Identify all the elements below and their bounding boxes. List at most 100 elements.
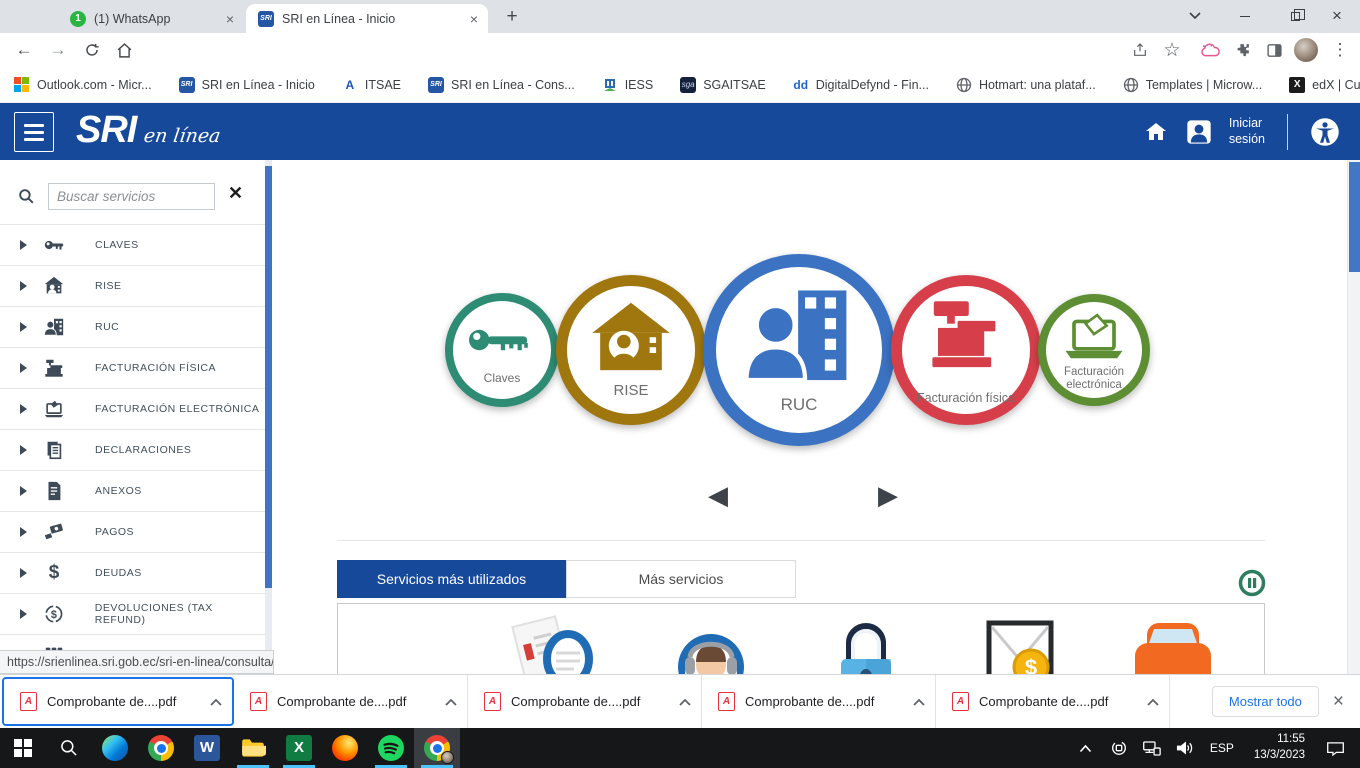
tray-teams-icon[interactable] xyxy=(1106,728,1132,768)
carousel-item-claves[interactable]: Claves xyxy=(445,293,559,407)
download-item[interactable]: A Comprobante de....pdf xyxy=(468,675,702,728)
side-panel-icon[interactable] xyxy=(1260,36,1288,64)
sidebar-item-anexos[interactable]: ANEXOS xyxy=(0,471,265,512)
sidebar-item-devoluciones[interactable]: $ DEVOLUCIONES (TAX REFUND) xyxy=(0,594,265,635)
carousel-item-facturacion-fisica[interactable]: Facturación física xyxy=(891,275,1041,425)
tray-chevron-up-icon[interactable] xyxy=(1073,728,1099,768)
accessibility-icon[interactable] xyxy=(1310,117,1340,147)
tab-search-chevron-icon[interactable] xyxy=(1172,0,1218,32)
sidebar-item-declaraciones[interactable]: DECLARACIONES xyxy=(0,430,265,471)
download-item[interactable]: A Comprobante de....pdf xyxy=(936,675,1170,728)
chevron-up-icon[interactable] xyxy=(210,698,222,706)
tab-servicios-mas-utilizados[interactable]: Servicios más utilizados xyxy=(337,560,566,598)
pause-button[interactable] xyxy=(1238,569,1266,597)
sidebar-item-pagos[interactable]: PAGOS xyxy=(0,512,265,553)
taskbar-spotify-icon[interactable] xyxy=(368,728,414,768)
sidebar-item-rise[interactable]: RISE xyxy=(0,266,265,307)
carousel-prev-arrow[interactable]: ◀ xyxy=(708,482,728,508)
window-restore-button[interactable] xyxy=(1272,0,1318,32)
forward-button[interactable]: → xyxy=(44,36,72,64)
notification-center-icon[interactable] xyxy=(1320,728,1350,768)
bookmark-star-icon[interactable]: ☆ xyxy=(1158,36,1186,64)
browser-tab-whatsapp[interactable]: 1 (1) WhatsApp × xyxy=(58,4,244,33)
sidebar-item-deudas[interactable]: $ DEUDAS xyxy=(0,553,265,594)
header-home-icon[interactable] xyxy=(1143,120,1169,144)
itsae-icon: A xyxy=(342,77,358,93)
carousel-next-arrow[interactable]: ▶ xyxy=(878,482,898,508)
chevron-up-icon[interactable] xyxy=(913,698,925,706)
share-icon[interactable] xyxy=(1126,36,1154,64)
carousel-item-ruc[interactable]: RUC xyxy=(703,254,895,446)
tray-volume-icon[interactable] xyxy=(1172,728,1198,768)
bookmark-sgaitsae[interactable]: sga SGAITSAE xyxy=(680,77,766,93)
sidebar-scrollbar[interactable] xyxy=(265,160,272,674)
taskbar-edge-icon[interactable] xyxy=(92,728,138,768)
window-close-button[interactable]: × xyxy=(1314,0,1360,32)
taskbar-chrome-icon[interactable] xyxy=(138,728,184,768)
taskbar-search-icon[interactable] xyxy=(46,728,92,768)
tray-language[interactable]: ESP xyxy=(1205,741,1239,755)
show-all-downloads-button[interactable]: Mostrar todo xyxy=(1212,686,1319,717)
browser-menu-kebab-icon[interactable]: ⋮ xyxy=(1326,36,1354,64)
start-button[interactable] xyxy=(0,728,46,768)
bookmark-outlook[interactable]: Outlook.com - Micr... xyxy=(14,77,152,93)
login-button[interactable]: Iniciarsesión xyxy=(1229,116,1265,147)
taskbar-excel-icon[interactable]: X xyxy=(276,728,322,768)
login-person-icon[interactable] xyxy=(1185,118,1213,146)
dollar-refund-icon: $ xyxy=(43,603,65,625)
bookmark-iess[interactable]: IESS xyxy=(602,77,654,93)
profile-avatar[interactable] xyxy=(1292,36,1320,64)
whatsapp-favicon-icon: 1 xyxy=(70,11,86,27)
carousel-item-facturacion-electronica[interactable]: Facturación electrónica xyxy=(1038,294,1150,406)
extension-cloud-icon[interactable] xyxy=(1196,36,1224,64)
sidebar-item-ruc[interactable]: RUC xyxy=(0,307,265,348)
new-tab-button[interactable]: + xyxy=(498,4,526,32)
bookmark-sri-consultas[interactable]: SRI SRI en Línea - Cons... xyxy=(428,77,575,93)
bookmark-hotmart[interactable]: Hotmart: una plataf... xyxy=(956,77,1096,93)
page-scrollbar[interactable] xyxy=(1347,160,1360,674)
extensions-puzzle-icon[interactable] xyxy=(1228,36,1256,64)
service-consultas-icon[interactable] xyxy=(506,615,601,674)
sidebar-item-facturacion-fisica[interactable]: FACTURACIÓN FÍSICA xyxy=(0,348,265,389)
main-content: Claves RISE RUC Facturación física Factu… xyxy=(272,160,1347,674)
chevron-up-icon[interactable] xyxy=(445,698,457,706)
sidebar-item-facturacion-electronica[interactable]: FACTURACIÓN ELECTRÓNICA xyxy=(0,389,265,430)
taskbar-chrome-active-icon[interactable] xyxy=(414,728,460,768)
chevron-up-icon[interactable] xyxy=(679,698,691,706)
tray-network-icon[interactable] xyxy=(1139,728,1165,768)
taskbar-word-icon[interactable]: W xyxy=(184,728,230,768)
browser-tab-sri[interactable]: SRI SRI en Línea - Inicio × xyxy=(246,4,488,33)
service-vehicles-icon[interactable] xyxy=(1123,615,1223,674)
taskbar-firefox-icon[interactable] xyxy=(322,728,368,768)
sidebar-close-icon[interactable]: ✕ xyxy=(228,183,243,204)
tab-close-icon[interactable]: × xyxy=(470,11,478,27)
bookmark-edx[interactable]: X edX | Cursos en líne... xyxy=(1289,77,1360,93)
bookmark-digitaldefynd[interactable]: dd DigitalDefynd - Fin... xyxy=(793,77,929,93)
carousel-item-rise[interactable]: RISE xyxy=(556,275,706,425)
sidebar-item-claves[interactable]: CLAVES xyxy=(0,225,265,266)
download-item[interactable]: A Comprobante de....pdf xyxy=(702,675,936,728)
search-services-input[interactable] xyxy=(48,183,215,210)
tray-clock[interactable]: 11:5513/3/2023 xyxy=(1246,732,1313,763)
tab-title: SRI en Línea - Inicio xyxy=(282,12,395,26)
tab-close-icon[interactable]: × xyxy=(226,11,234,27)
taskbar-explorer-icon[interactable] xyxy=(230,728,276,768)
download-item[interactable]: A Comprobante de....pdf xyxy=(234,675,468,728)
service-security-lock-icon[interactable] xyxy=(821,615,911,674)
bookmark-itsae[interactable]: A ITSAE xyxy=(342,77,401,93)
bookmark-sri-inicio[interactable]: SRI SRI en Línea - Inicio xyxy=(179,77,315,93)
service-payments-icon[interactable]: $ xyxy=(975,615,1065,674)
chevron-up-icon[interactable] xyxy=(1147,698,1159,706)
bookmark-templates[interactable]: Templates | Microw... xyxy=(1123,77,1262,93)
page-scrollbar-thumb[interactable] xyxy=(1349,162,1360,272)
service-agent-icon[interactable] xyxy=(666,615,756,674)
downloads-close-icon[interactable]: × xyxy=(1333,691,1344,713)
reload-button[interactable] xyxy=(78,36,106,64)
download-item[interactable]: A Comprobante de....pdf xyxy=(2,677,234,726)
window-minimize-button[interactable] xyxy=(1222,0,1268,32)
menu-hamburger-button[interactable] xyxy=(14,112,54,152)
home-button[interactable] xyxy=(110,36,138,64)
sidebar-scrollbar-thumb[interactable] xyxy=(265,166,272,588)
tab-mas-servicios[interactable]: Más servicios xyxy=(566,560,796,598)
back-button[interactable]: ← xyxy=(10,36,38,64)
